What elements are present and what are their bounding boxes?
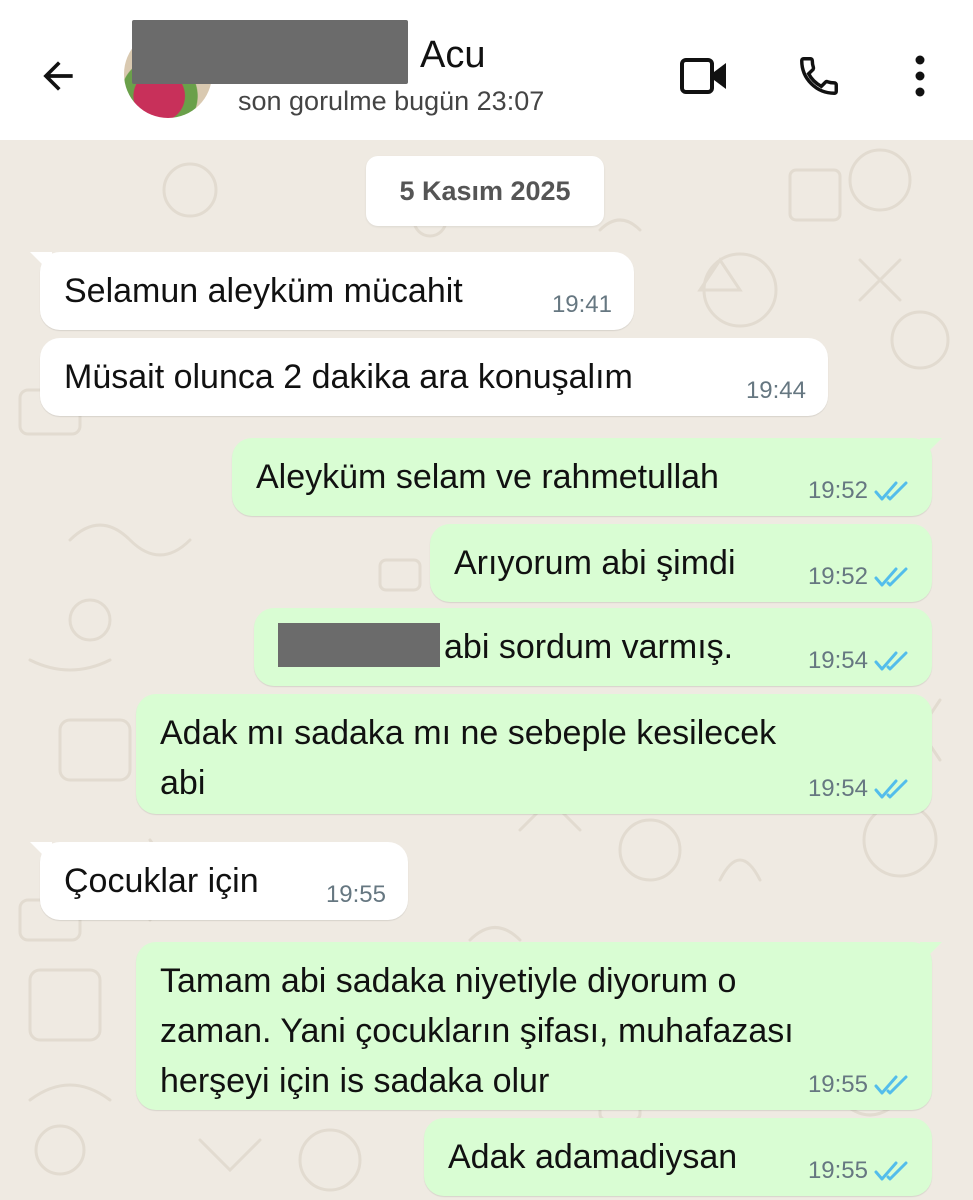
message-time: 19:44 bbox=[745, 377, 806, 404]
message-bubble-outgoing[interactable]: Aleyküm selam ve rahmetullah 19:52 bbox=[232, 438, 942, 516]
message-text-line: Adak mı sadaka mı ne sebeple kesilecek bbox=[160, 714, 777, 752]
message-text: Selamun aleyküm mücahit bbox=[64, 272, 463, 310]
contact-name[interactable]: Acu bbox=[420, 34, 485, 77]
message-text: Adak mı sadaka mı ne sebeple kesilecek a… bbox=[160, 708, 776, 808]
redacted-name-block bbox=[132, 20, 408, 84]
message-text-wrapper: abi sordum varmış. bbox=[278, 622, 733, 672]
message-time: 19:55 bbox=[807, 1157, 868, 1184]
read-ticks-icon bbox=[874, 481, 908, 501]
message-text-line: zaman. Yani çocukların şifası, muhafazas… bbox=[160, 1012, 794, 1050]
message-text: Tamam abi sadaka niyetiyle diyorum o zam… bbox=[160, 956, 794, 1106]
message-time: 19:55 bbox=[325, 881, 386, 908]
read-ticks-icon bbox=[874, 779, 908, 799]
video-call-icon[interactable] bbox=[678, 50, 730, 102]
message-text: Müsait olunca 2 dakika ara konuşalım bbox=[64, 358, 633, 396]
message-meta: 19:55 bbox=[808, 1070, 910, 1100]
date-chip: 5 Kasım 2025 bbox=[366, 156, 604, 226]
message-meta: 19:54 bbox=[808, 774, 910, 804]
message-bubble-outgoing[interactable]: abi sordum varmış. 19:54 bbox=[254, 608, 932, 686]
message-bubble-outgoing[interactable]: Tamam abi sadaka niyetiyle diyorum o zam… bbox=[136, 942, 942, 1110]
message-meta: 19:54 bbox=[808, 646, 910, 676]
chat-header: Acu son gorulme bugün 23:07 bbox=[0, 0, 973, 140]
message-meta: 19:55 bbox=[808, 1156, 910, 1186]
message-bubble-incoming[interactable]: Müsait olunca 2 dakika ara konuşalım 19:… bbox=[40, 338, 828, 416]
message-time: 19:52 bbox=[807, 477, 868, 504]
message-text: Çocuklar için bbox=[64, 862, 259, 900]
read-ticks-icon bbox=[874, 1075, 908, 1095]
message-bubble-incoming[interactable]: Selamun aleyküm mücahit 19:41 bbox=[30, 252, 634, 330]
read-ticks-icon bbox=[874, 651, 908, 671]
message-bubble-outgoing[interactable]: Adak mı sadaka mı ne sebeple kesilecek a… bbox=[136, 694, 932, 814]
message-time: 19:54 bbox=[807, 647, 868, 674]
message-meta: 19:52 bbox=[808, 476, 910, 506]
message-meta: 19:55 bbox=[326, 880, 386, 910]
phone-icon[interactable] bbox=[793, 50, 845, 102]
message-bubble-incoming[interactable]: Çocuklar için 19:55 bbox=[30, 842, 408, 920]
message-text: Arıyorum abi şimdi bbox=[454, 544, 736, 582]
message-meta: 19:41 bbox=[552, 290, 612, 320]
read-ticks-icon bbox=[874, 1161, 908, 1181]
read-ticks-icon bbox=[874, 567, 908, 587]
more-vertical-icon[interactable] bbox=[894, 50, 946, 102]
message-time: 19:54 bbox=[807, 775, 868, 802]
message-text: Adak adamadiysan bbox=[448, 1138, 738, 1176]
message-time: 19:52 bbox=[807, 563, 868, 590]
message-text: Aleyküm selam ve rahmetullah bbox=[256, 458, 719, 496]
message-meta: 19:44 bbox=[746, 376, 806, 406]
chat-area[interactable]: 5 Kasım 2025 Selamun aleyküm mücahit 19:… bbox=[0, 140, 973, 1200]
message-text: abi sordum varmış. bbox=[444, 628, 734, 666]
back-arrow-icon[interactable] bbox=[34, 52, 82, 100]
redacted-name-block bbox=[278, 623, 440, 668]
message-meta: 19:52 bbox=[808, 562, 910, 592]
message-bubble-outgoing[interactable]: Adak adamadiysan 19:55 bbox=[424, 1118, 932, 1196]
message-text-line: herşeyi için is sadaka olur bbox=[160, 1062, 550, 1100]
message-text-line: abi bbox=[160, 764, 206, 802]
message-text-line: Tamam abi sadaka niyetiyle diyorum o bbox=[160, 962, 737, 1000]
message-bubble-outgoing[interactable]: Arıyorum abi şimdi 19:52 bbox=[430, 524, 932, 602]
last-seen-status: son gorulme bugün 23:07 bbox=[238, 86, 545, 116]
message-time: 19:55 bbox=[807, 1071, 868, 1098]
message-time: 19:41 bbox=[551, 291, 612, 318]
